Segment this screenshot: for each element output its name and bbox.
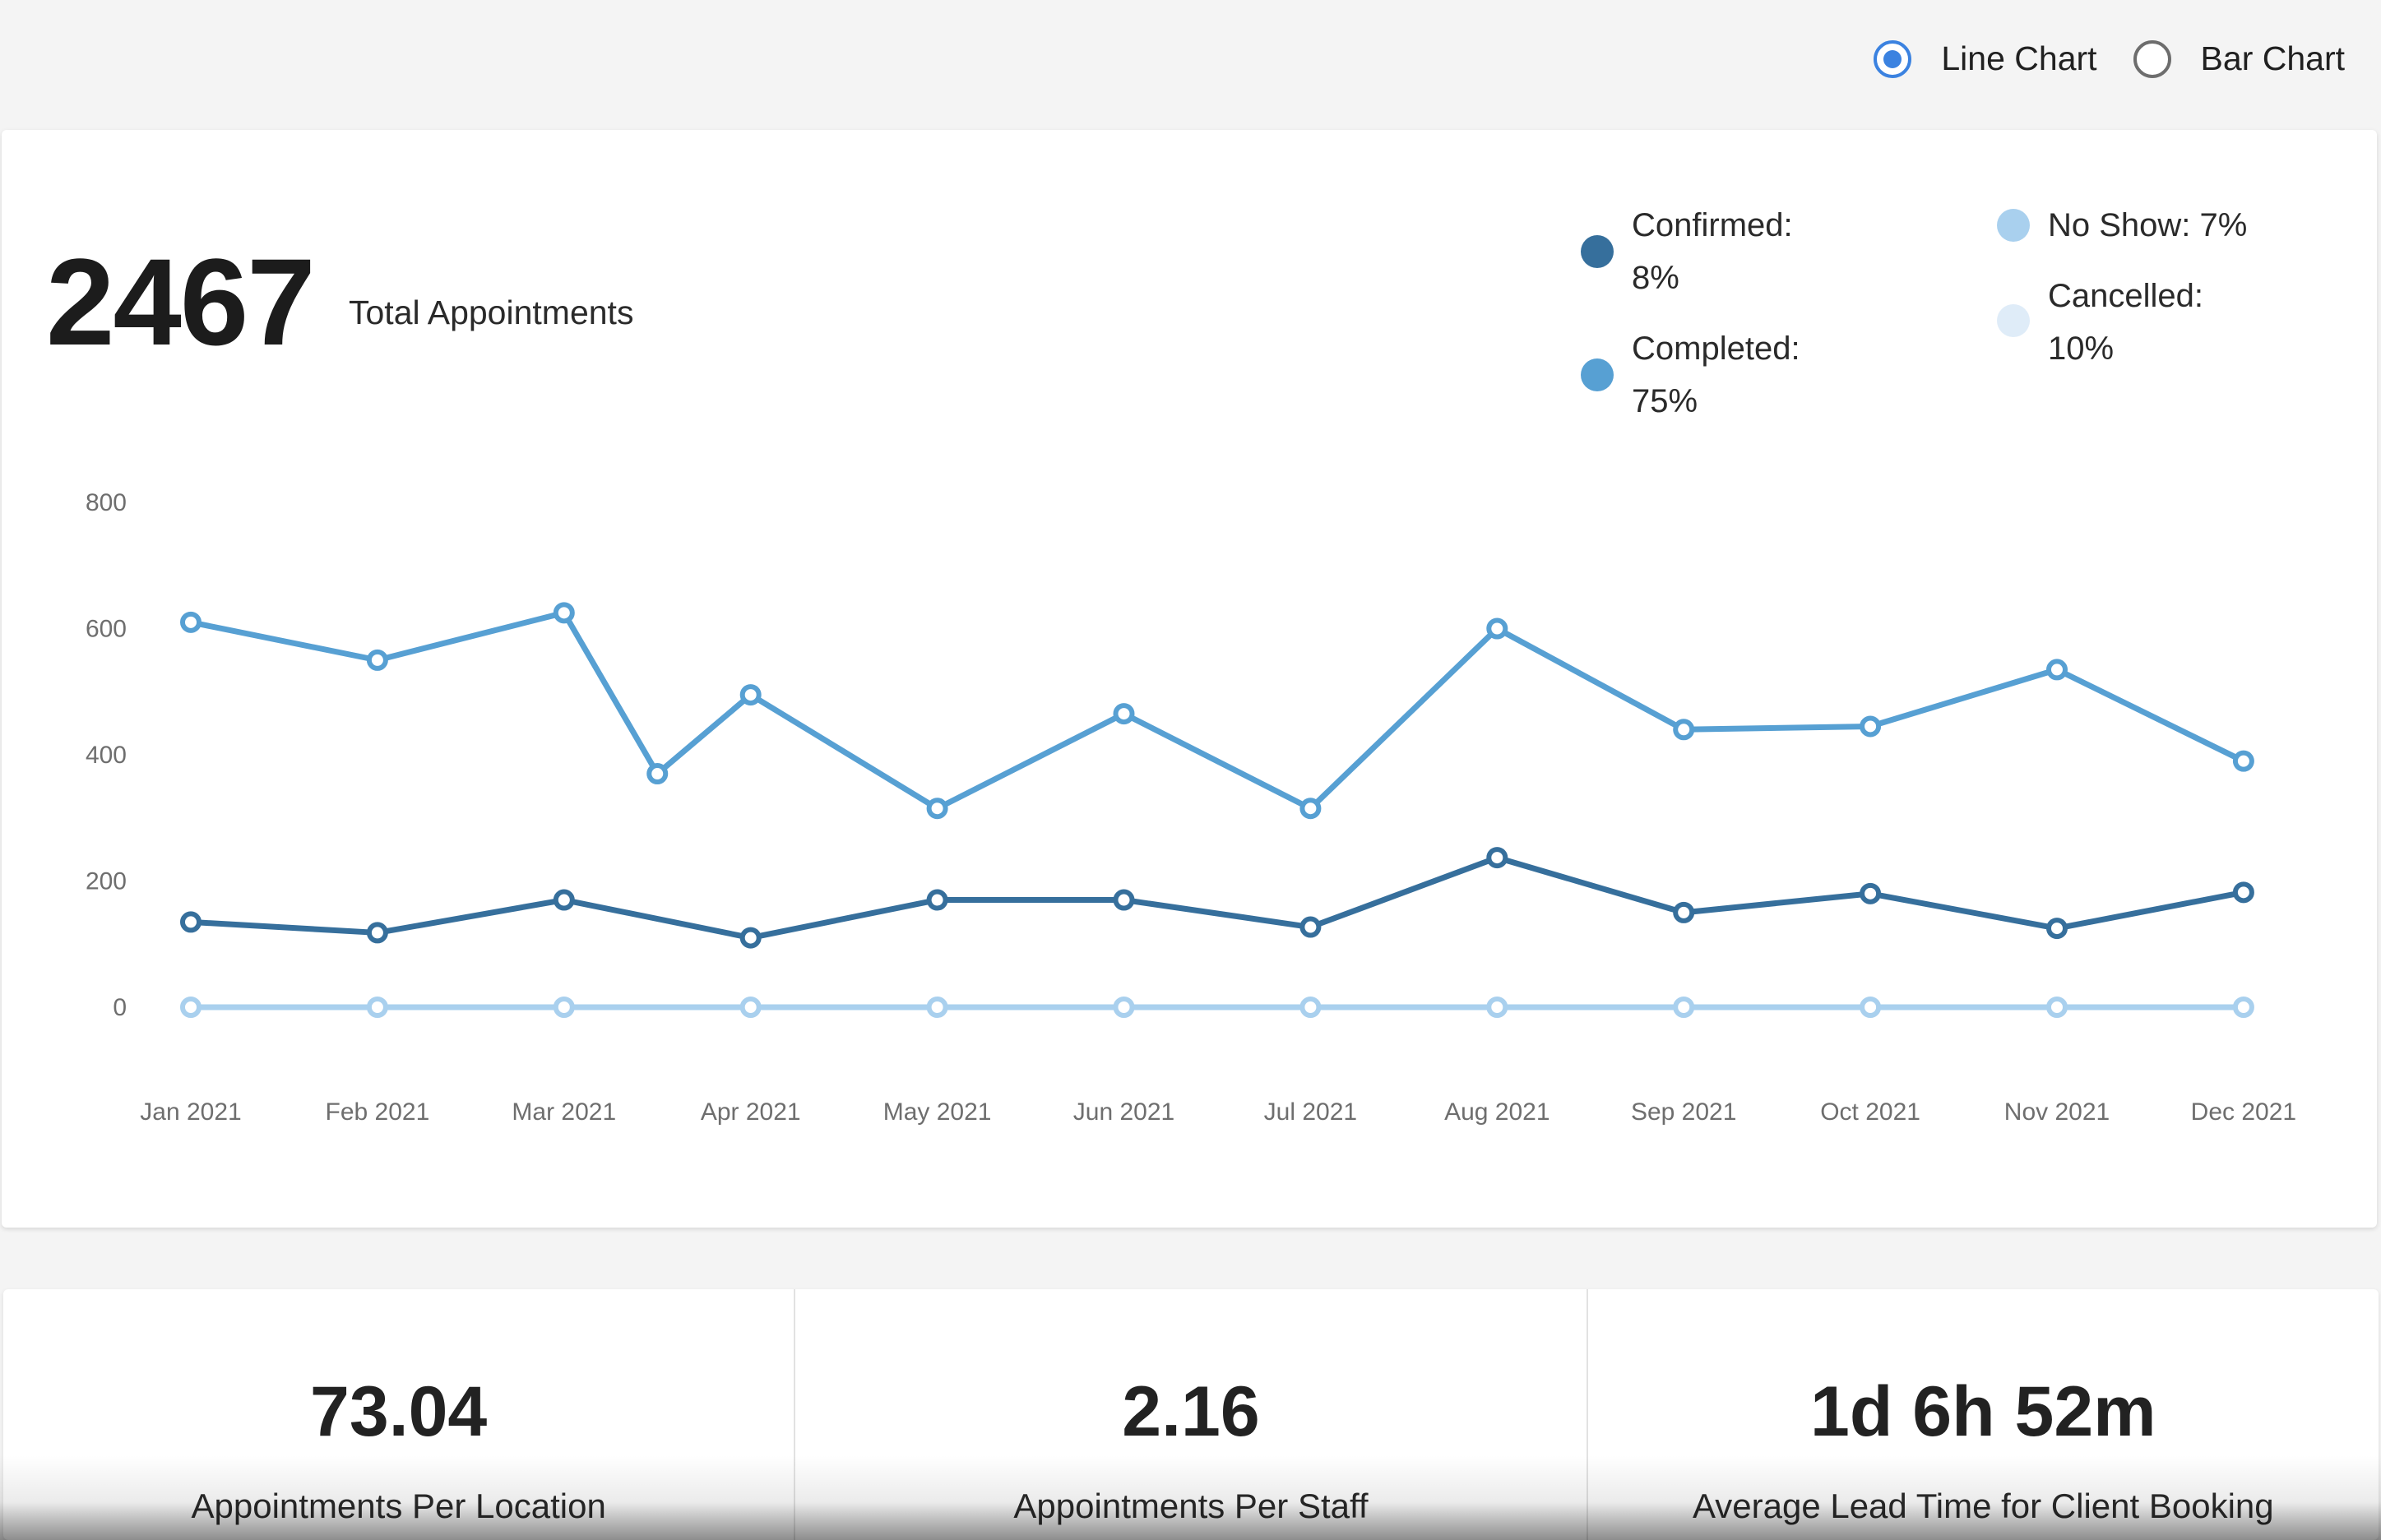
stat-per-staff: 2.16 Appointments Per Staff (794, 1289, 1586, 1540)
x-tick-label: Mar 2021 (512, 1098, 616, 1126)
data-point-completed[interactable] (2046, 659, 2068, 681)
data-point-no-show[interactable] (553, 997, 575, 1018)
x-tick-label: May 2021 (883, 1098, 992, 1126)
y-tick-label: 400 (86, 742, 127, 769)
data-point-confirmed[interactable] (366, 922, 388, 944)
stat-per-location-value: 73.04 (310, 1372, 488, 1451)
x-tick-label: Dec 2021 (2191, 1098, 2296, 1126)
data-point-no-show[interactable] (926, 997, 948, 1018)
data-point-confirmed[interactable] (926, 889, 948, 911)
data-point-no-show[interactable] (739, 997, 762, 1018)
stat-per-staff-label: Appointments Per Staff (1013, 1487, 1369, 1525)
data-point-confirmed[interactable] (553, 889, 575, 911)
data-point-confirmed[interactable] (1113, 889, 1135, 911)
data-point-completed[interactable] (553, 602, 575, 624)
data-point-completed[interactable] (1299, 798, 1322, 820)
x-tick-label: Feb 2021 (326, 1098, 430, 1126)
data-point-confirmed[interactable] (2232, 881, 2254, 904)
appointments-line-chart: 800 600 400 200 0 Jan 2021 Feb 2021 Mar 2021 Apr… (86, 489, 2296, 1126)
data-point-no-show[interactable] (1486, 997, 1508, 1018)
data-point-completed[interactable] (1673, 719, 1695, 741)
y-tick-label: 800 (86, 489, 127, 516)
x-tick-label: Aug 2021 (1444, 1098, 1550, 1126)
data-point-completed[interactable] (1486, 617, 1508, 640)
y-tick-label: 600 (86, 616, 127, 643)
data-point-completed[interactable] (1113, 703, 1135, 725)
stat-lead-time-value: 1d 6h 52m (1810, 1372, 2156, 1451)
y-tick-label: 0 (113, 994, 127, 1021)
data-point-completed[interactable] (2232, 750, 2254, 772)
data-point-no-show[interactable] (2232, 997, 2254, 1018)
data-point-no-show[interactable] (366, 997, 388, 1018)
data-point-completed[interactable] (366, 649, 388, 671)
data-point-confirmed[interactable] (1860, 882, 1882, 904)
data-point-confirmed[interactable] (1486, 847, 1508, 869)
series-line-completed (190, 609, 2245, 812)
stat-per-location-label: Appointments Per Location (191, 1487, 606, 1525)
x-tick-label: Jan 2021 (140, 1098, 241, 1126)
x-tick-label: Apr 2021 (701, 1098, 801, 1126)
data-point-confirmed[interactable] (1673, 901, 1695, 923)
data-point-no-show[interactable] (180, 997, 202, 1018)
data-point-no-show[interactable] (2046, 997, 2068, 1018)
data-point-completed[interactable] (1860, 715, 1882, 738)
stat-lead-time-label: Average Lead Time for Client Booking (1693, 1487, 2274, 1525)
x-tick-label: Jun 2021 (1073, 1098, 1174, 1126)
data-point-no-show[interactable] (1299, 997, 1322, 1018)
data-point-no-show[interactable] (1860, 997, 1882, 1018)
x-tick-label: Jul 2021 (1264, 1098, 1357, 1126)
stat-per-staff-value: 2.16 (1122, 1372, 1260, 1451)
series-line-confirmed (190, 854, 2244, 941)
data-point-confirmed[interactable] (2046, 918, 2068, 940)
data-point-completed[interactable] (926, 798, 948, 820)
y-tick-label: 200 (86, 868, 127, 895)
data-point-no-show[interactable] (1113, 997, 1135, 1018)
data-point-completed[interactable] (646, 763, 669, 785)
data-point-no-show[interactable] (1673, 997, 1695, 1018)
x-tick-label: Nov 2021 (2004, 1098, 2110, 1126)
data-point-completed[interactable] (739, 684, 762, 706)
data-point-confirmed[interactable] (180, 911, 202, 933)
stats-panel: 73.04 Appointments Per Location 2.16 App… (3, 1289, 2379, 1540)
data-point-confirmed[interactable] (739, 927, 762, 949)
stat-lead-time: 1d 6h 52m Average Lead Time for Client B… (1586, 1289, 2379, 1540)
x-tick-label: Sep 2021 (1631, 1098, 1736, 1126)
data-point-confirmed[interactable] (1299, 916, 1322, 938)
x-tick-label: Oct 2021 (1820, 1098, 1920, 1126)
data-point-completed[interactable] (180, 611, 202, 633)
stat-per-location: 73.04 Appointments Per Location (3, 1289, 794, 1540)
